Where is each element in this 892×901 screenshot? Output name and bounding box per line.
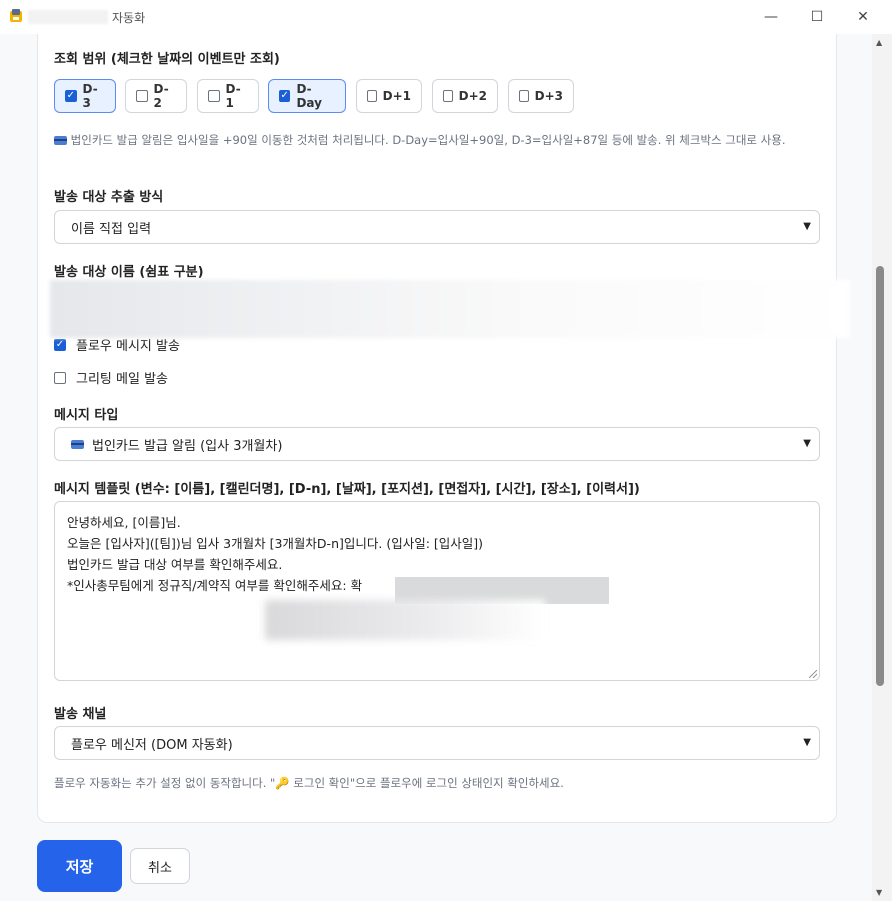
msg-type-select[interactable]: 법인카드 발급 알림 (입사 3개월차) ▼ [54, 427, 820, 461]
day-label: D+1 [382, 89, 411, 103]
close-icon[interactable]: ✕ [848, 6, 878, 28]
range-hint: 법인카드 발급 알림은 입사일을 +90일 이동한 것처럼 처리됩니다. D-D… [54, 131, 822, 150]
chevron-down-icon: ▼ [803, 737, 811, 748]
minimize-icon[interactable]: — [756, 6, 786, 28]
credit-card-icon [71, 439, 84, 449]
chevron-down-icon: ▼ [803, 221, 811, 232]
day-option-d-3[interactable]: D-3 [54, 79, 116, 113]
day-label: D+3 [534, 89, 563, 103]
range-label: 조회 범위 (체크한 날짜의 이벤트만 조회) [54, 52, 280, 67]
settings-card: 조회 범위 (체크한 날짜의 이벤트만 조회) D-3 D-2 D-1 D-Da… [37, 34, 837, 823]
extract-select[interactable]: 이름 직접 입력 ▼ [54, 210, 820, 244]
checkbox-icon[interactable] [54, 338, 66, 351]
channel-hint: 플로우 자동화는 추가 설정 없이 동작합니다. "🔑 로그인 확인"으로 플로… [54, 776, 564, 790]
channel-label: 발송 채널 [54, 707, 107, 722]
dialog-content: 조회 범위 (체크한 날짜의 이벤트만 조회) D-3 D-2 D-1 D-Da… [0, 34, 872, 901]
window-title: 자동화 [112, 11, 146, 25]
day-option-d+1[interactable]: D+1 [356, 79, 422, 113]
chevron-down-icon: ▼ [803, 438, 811, 449]
checkbox-icon[interactable] [65, 90, 77, 102]
extract-value: 이름 직접 입력 [71, 221, 152, 237]
checkbox-icon[interactable] [136, 90, 148, 102]
day-option-d+3[interactable]: D+3 [508, 79, 574, 113]
day-option-d+2[interactable]: D+2 [432, 79, 498, 113]
names-label: 발송 대상 이름 (쉼표 구분) [54, 265, 204, 280]
resize-grip-icon[interactable] [809, 670, 817, 678]
channel-value: 플로우 메신저 (DOM 자동화) [71, 737, 233, 753]
day-option-d-2[interactable]: D-2 [125, 79, 187, 113]
scroll-up-icon[interactable]: ▲ [876, 38, 882, 47]
template-line: 오늘은 [입사자]([팀])님 입사 3개월차 [3개월차D-n]입니다. (입… [67, 536, 484, 551]
redacted-title [28, 10, 108, 24]
redacted-text [265, 600, 545, 640]
checkbox-icon[interactable] [443, 90, 453, 102]
save-button[interactable]: 저장 [37, 840, 122, 892]
scroll-thumb[interactable] [876, 266, 884, 686]
day-option-d-1[interactable]: D-1 [197, 79, 259, 113]
checkbox-icon[interactable] [208, 90, 220, 102]
day-label: D-Day [296, 82, 322, 110]
checkbox-icon[interactable] [519, 90, 529, 102]
template-line: 법인카드 발급 대상 여부를 확인해주세요. [67, 557, 283, 572]
checkbox-icon[interactable] [54, 371, 66, 384]
credit-card-icon [54, 136, 67, 145]
greeting-mail-label: 그리팅 메일 발송 [76, 372, 168, 387]
template-label: 메시지 템플릿 (변수: [이름], [캘린더명], [D-n], [날짜], … [54, 482, 640, 497]
template-line: 안녕하세요, [이름]님. [67, 515, 181, 530]
day-label: D-1 [225, 82, 241, 110]
app-icon [10, 9, 22, 22]
extract-label: 발송 대상 추출 방식 [54, 190, 164, 205]
day-label: D-3 [82, 82, 98, 110]
greeting-mail-option[interactable]: 그리팅 메일 발송 [54, 368, 168, 387]
maximize-icon[interactable]: ☐ [802, 6, 832, 28]
redacted-names-input [50, 280, 850, 338]
cancel-button[interactable]: 취소 [130, 848, 190, 884]
range-hint-text: 법인카드 발급 알림은 입사일을 +90일 이동한 것처럼 처리됩니다. D-D… [70, 133, 786, 147]
day-option-d-day[interactable]: D-Day [268, 79, 346, 113]
vertical-scrollbar[interactable]: ▲ ▼ [872, 34, 892, 901]
day-label: D+2 [458, 89, 487, 103]
app-window: 자동화 — ☐ ✕ 조회 범위 (체크한 날짜의 이벤트만 조회) D-3 D-… [0, 0, 892, 901]
msg-type-value: 법인카드 발급 알림 (입사 3개월차) [92, 438, 283, 454]
title-bar: 자동화 — ☐ ✕ [0, 0, 892, 34]
day-label: D-2 [153, 82, 169, 110]
scroll-down-icon[interactable]: ▼ [876, 888, 882, 897]
checkbox-icon[interactable] [279, 90, 291, 102]
checkbox-icon[interactable] [367, 90, 377, 102]
msg-type-label: 메시지 타입 [54, 408, 119, 423]
channel-select[interactable]: 플로우 메신저 (DOM 자동화) ▼ [54, 726, 820, 760]
